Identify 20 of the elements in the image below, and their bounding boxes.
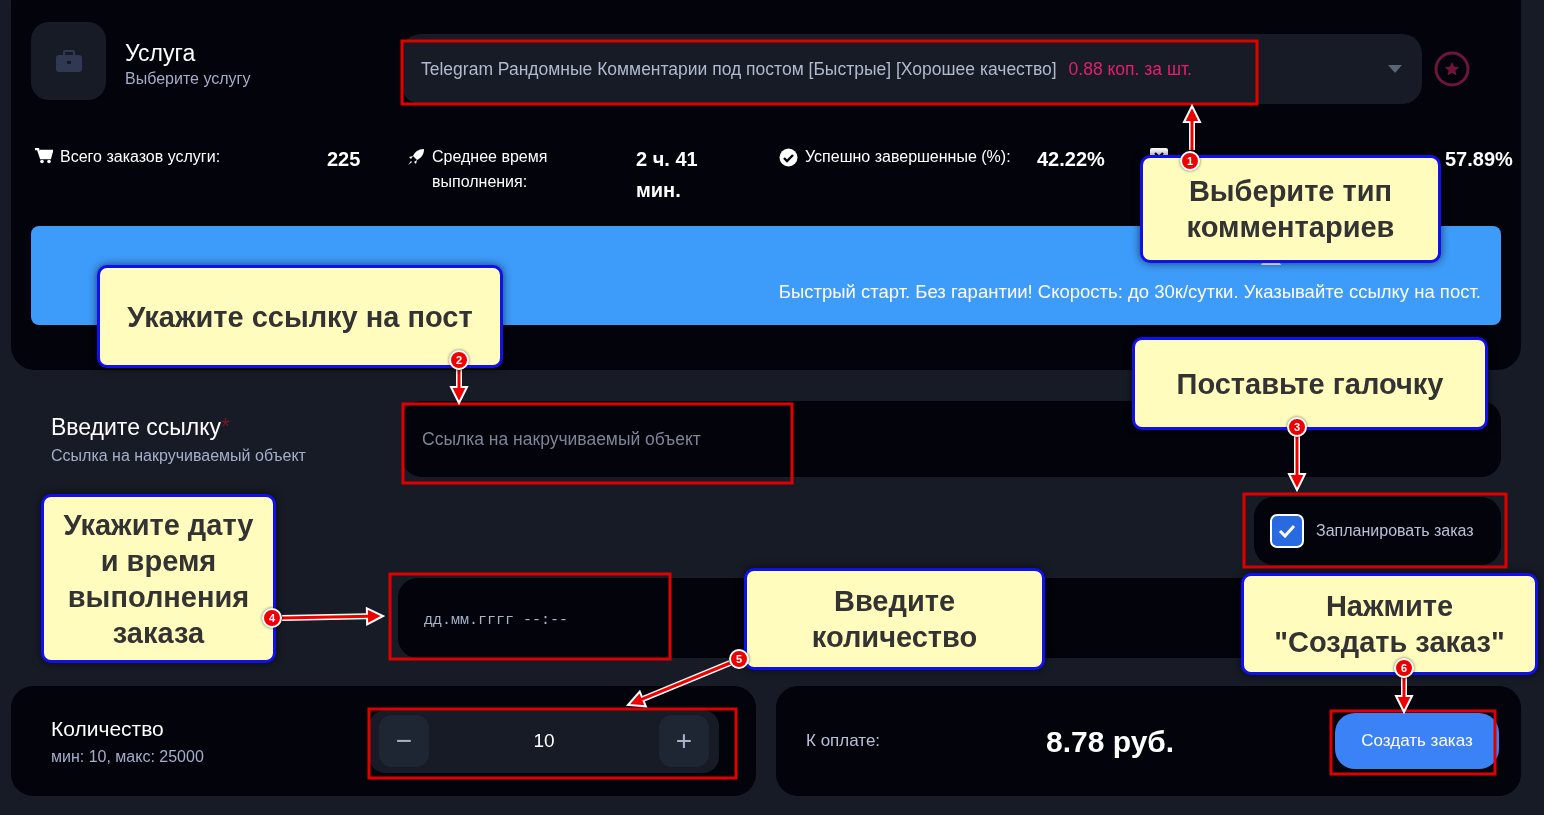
annotation-tooltip: Введите количество	[744, 568, 1045, 670]
stat-value: 225	[327, 147, 362, 172]
stat-value: 2 ч. 41 мин.	[636, 147, 699, 203]
section-title: Услуга	[125, 39, 197, 67]
stat-label: Всего заказов услуги:	[60, 147, 221, 167]
stat-label: Среднее время выполнения:	[432, 147, 549, 192]
step-number: 4	[262, 608, 282, 628]
stat-value: 57.89%	[1445, 147, 1514, 172]
payment-amount: 8.78 руб.	[1046, 723, 1175, 760]
field-hint: Ссылка на накручиваемый объект	[51, 446, 307, 467]
field-label: Количество	[51, 716, 165, 743]
stat-label: Успешно завершенные (%):	[805, 147, 1011, 167]
required-mark: *	[221, 413, 231, 440]
notice-text: Быстрый старт. Без гарантии! Скорость: до 30к/сутки. Указывайте ссылку на пост.	[778, 280, 1481, 304]
field-label: Введите ссылку	[51, 413, 222, 440]
section-subtitle: Выберите услугу	[125, 69, 252, 89]
price-text: 0.88 коп. за шт.	[1068, 57, 1192, 81]
field-hint: мин: 10, макс: 25000	[51, 746, 205, 767]
payment-label: К оплате:	[806, 730, 882, 753]
stat-value: 42.22%	[1037, 147, 1106, 172]
